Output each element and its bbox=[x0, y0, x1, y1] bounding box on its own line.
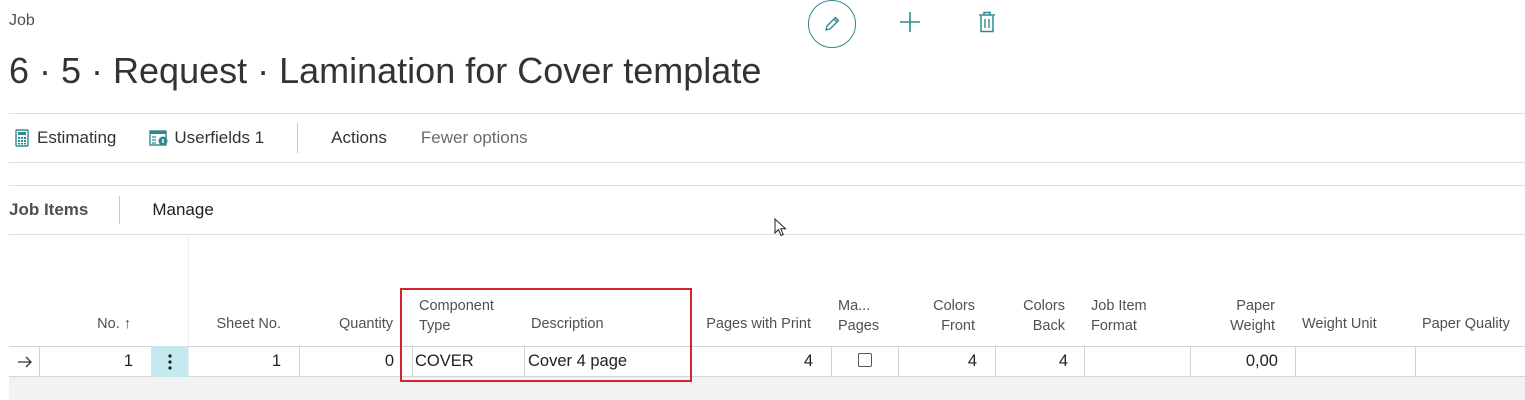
grid-empty-area bbox=[9, 377, 1525, 400]
cell-divider bbox=[299, 346, 300, 377]
cell-divider bbox=[898, 346, 899, 377]
fewer-options-button[interactable]: Fewer options bbox=[421, 114, 528, 162]
column-header-colors-front-line2: Front bbox=[941, 318, 975, 334]
column-header-colors-front[interactable]: Colors Front bbox=[909, 296, 975, 336]
actions-menu[interactable]: Actions bbox=[331, 114, 387, 162]
calculator-icon bbox=[13, 129, 31, 147]
column-header-paper-weight[interactable]: Paper Weight bbox=[1199, 296, 1275, 336]
arrow-right-icon bbox=[18, 356, 32, 367]
column-header-colors-front-line1: Colors bbox=[933, 298, 975, 314]
column-header-colors-back-line2: Back bbox=[1032, 318, 1065, 334]
cell-paper-quality[interactable] bbox=[1422, 346, 1525, 377]
job-items-title[interactable]: Job Items bbox=[9, 200, 88, 220]
column-header-colors-back[interactable]: Colors Back bbox=[1004, 296, 1065, 336]
actions-label: Actions bbox=[331, 128, 387, 147]
job-items-part-header: Job Items Manage bbox=[9, 185, 1525, 235]
header-actions bbox=[808, 0, 995, 48]
column-header-no[interactable]: No. ↑ bbox=[69, 314, 131, 334]
current-row-indicator bbox=[13, 346, 37, 377]
mouse-cursor-icon bbox=[774, 218, 787, 237]
cell-paper-weight[interactable]: 0,00 bbox=[1199, 346, 1278, 377]
new-button[interactable] bbox=[898, 8, 922, 36]
cell-sheet-no[interactable]: 1 bbox=[199, 346, 281, 377]
cell-divider bbox=[1415, 346, 1416, 377]
page-title: 6 · 5 · Request · Lamination for Cover t… bbox=[9, 50, 762, 91]
cell-quantity[interactable]: 0 bbox=[309, 346, 394, 377]
column-header-sheet-no[interactable]: Sheet No. bbox=[199, 314, 282, 334]
column-header-pages-with-print[interactable]: Pages with Print bbox=[689, 314, 811, 334]
column-header-manual-pages[interactable]: Ma... Pages bbox=[838, 296, 898, 336]
column-header-job-item-format-line1: Job Item bbox=[1091, 298, 1147, 314]
trash-icon bbox=[979, 11, 995, 33]
cell-no[interactable]: 1 bbox=[49, 346, 133, 377]
column-header-paper-weight-line2: Weight bbox=[1230, 318, 1275, 334]
column-header-component-type-line2: Type bbox=[419, 318, 451, 334]
userfields-icon bbox=[149, 129, 169, 147]
action-bar: Estimating Userfields 1 Actions Fewer op… bbox=[9, 113, 1525, 163]
cell-divider bbox=[831, 346, 832, 377]
userfields-label: Userfields 1 bbox=[174, 128, 265, 147]
cell-pages-with-print[interactable]: 4 bbox=[709, 346, 813, 377]
cell-divider bbox=[1084, 346, 1085, 377]
column-header-weight-unit[interactable]: Weight Unit bbox=[1302, 314, 1412, 334]
estimating-action[interactable]: Estimating bbox=[13, 114, 116, 162]
cell-component-type[interactable]: COVER bbox=[415, 346, 520, 377]
cell-divider bbox=[39, 346, 40, 377]
delete-button[interactable] bbox=[976, 8, 998, 36]
cell-divider bbox=[412, 346, 413, 377]
cell-divider bbox=[524, 346, 525, 377]
column-header-paper-weight-line1: Paper bbox=[1236, 298, 1275, 314]
column-header-job-item-format[interactable]: Job Item Format bbox=[1091, 296, 1191, 336]
manage-menu[interactable]: Manage bbox=[152, 200, 213, 220]
job-items-grid: No. ↑ Sheet No. Quantity Component Type … bbox=[9, 236, 1525, 400]
column-header-manual-pages-line1: Ma... bbox=[838, 298, 871, 314]
column-header-job-item-format-line2: Format bbox=[1091, 318, 1137, 334]
cell-divider bbox=[1190, 346, 1191, 377]
cell-colors-front[interactable]: 4 bbox=[909, 346, 977, 377]
column-header-colors-back-line1: Colors bbox=[1023, 298, 1065, 314]
column-header-component-type-line1: Component bbox=[419, 298, 494, 314]
pencil-icon bbox=[825, 16, 840, 31]
cell-divider bbox=[1295, 346, 1296, 377]
edit-button[interactable] bbox=[808, 0, 856, 48]
column-header-component-type[interactable]: Component Type bbox=[419, 296, 519, 336]
part-header-divider bbox=[119, 196, 121, 224]
estimating-label: Estimating bbox=[37, 128, 117, 147]
cell-weight-unit[interactable] bbox=[1302, 346, 1412, 377]
column-header-manual-pages-line2: Pages bbox=[838, 318, 880, 334]
cell-colors-back[interactable]: 4 bbox=[1004, 346, 1068, 377]
cell-divider bbox=[995, 346, 996, 377]
cell-description[interactable]: Cover 4 page bbox=[528, 346, 688, 377]
column-header-paper-quality[interactable]: Paper Quality bbox=[1422, 314, 1525, 334]
action-bar-divider bbox=[297, 123, 299, 153]
more-vertical-icon bbox=[167, 353, 172, 370]
plus-icon bbox=[900, 12, 920, 32]
manual-pages-checkbox[interactable] bbox=[858, 353, 872, 367]
userfields-action[interactable]: Userfields 1 bbox=[149, 114, 264, 162]
row-actions-button[interactable] bbox=[151, 346, 188, 377]
breadcrumb: Job bbox=[9, 12, 35, 29]
column-header-quantity[interactable]: Quantity bbox=[309, 314, 393, 334]
cell-job-item-format[interactable] bbox=[1091, 346, 1186, 377]
fewer-options-label: Fewer options bbox=[420, 128, 528, 147]
column-header-description[interactable]: Description bbox=[531, 314, 681, 334]
